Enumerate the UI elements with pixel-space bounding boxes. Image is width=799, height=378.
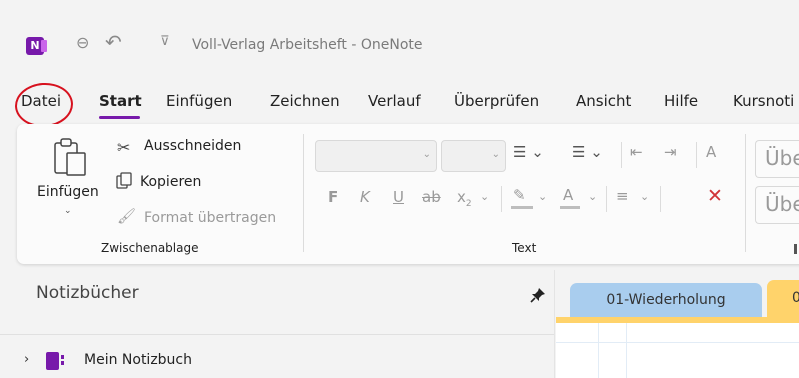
tab-help[interactable]: Hilfe: [664, 92, 698, 110]
expand-chevron-icon[interactable]: ›: [24, 352, 29, 367]
back-circle-icon[interactable]: ⊖: [76, 33, 89, 52]
font-size-combo[interactable]: ⌄: [441, 140, 506, 172]
tab-view[interactable]: Ansicht: [576, 92, 631, 110]
font-color-dropdown-icon[interactable]: ⌄: [588, 190, 597, 203]
format-painter-button[interactable]: Format übertragen: [144, 210, 276, 226]
align-dropdown-icon[interactable]: ⌄: [640, 190, 649, 203]
tab-draw[interactable]: Zeichnen: [270, 92, 340, 110]
page-canvas[interactable]: [556, 323, 799, 378]
paste-button[interactable]: Einfügen: [37, 184, 99, 200]
subscript-button[interactable]: x2: [457, 188, 472, 209]
align-icon[interactable]: ≡: [616, 187, 629, 205]
increase-indent-icon[interactable]: ⇥: [664, 143, 677, 161]
tab-class-notebook[interactable]: Kursnoti: [733, 92, 794, 110]
format-painter-icon: 🖌: [117, 207, 137, 225]
clipboard-group-label: Zwischenablage: [101, 241, 199, 255]
numbered-list-icon[interactable]: ☰ ⌄: [572, 143, 603, 161]
active-tab-indicator: [99, 116, 140, 119]
pane-separator: [554, 270, 555, 378]
text-group-label: Text: [512, 241, 537, 255]
copy-icon: [116, 172, 134, 194]
tab-start[interactable]: Start: [99, 92, 142, 110]
paste-icon[interactable]: [53, 137, 89, 177]
strikethrough-button[interactable]: ab: [422, 188, 441, 206]
notebook-item[interactable]: Mein Notizbuch: [84, 352, 192, 368]
font-family-combo[interactable]: ⌄: [315, 140, 437, 172]
bullet-list-icon[interactable]: ☰ ⌄: [513, 143, 544, 161]
window-title: Voll-Verlag Arbeitsheft - OneNote: [192, 37, 423, 53]
pane-divider: [0, 334, 554, 335]
paste-dropdown-icon[interactable]: ⌄: [64, 206, 72, 216]
italic-button[interactable]: K: [360, 188, 370, 206]
font-color-icon[interactable]: A: [563, 186, 573, 204]
onenote-logo-icon: N: [26, 37, 47, 55]
style-heading2[interactable]: Übe: [755, 186, 799, 224]
tab-insert[interactable]: Einfügen: [166, 92, 232, 110]
group-separator: [303, 134, 304, 252]
bold-button[interactable]: F: [328, 188, 338, 206]
copy-button[interactable]: Kopieren: [140, 174, 201, 190]
decrease-indent-icon[interactable]: ⇤: [630, 143, 643, 161]
customize-qat-icon[interactable]: ⊽: [160, 34, 170, 49]
notebook-icon: [46, 352, 64, 370]
notebooks-header: Notizbücher: [36, 283, 139, 303]
styles-group-label-fragment: [794, 244, 797, 254]
highlighter-icon[interactable]: ✎: [513, 186, 526, 204]
clear-formatting-icon[interactable]: A: [706, 143, 716, 161]
tab-review[interactable]: Überprüfen: [454, 92, 539, 110]
tab-history[interactable]: Verlauf: [368, 92, 421, 110]
style-heading1[interactable]: Übe: [755, 140, 799, 178]
group-separator: [745, 134, 746, 252]
cut-button[interactable]: Ausschneiden: [144, 138, 241, 154]
clear-icon[interactable]: ✕: [707, 185, 723, 207]
undo-icon[interactable]: ↶: [105, 30, 122, 54]
subscript-dropdown-icon[interactable]: ⌄: [480, 190, 489, 203]
section-tab-wiederholung[interactable]: 01-Wiederholung: [570, 283, 762, 317]
underline-button[interactable]: U: [393, 188, 404, 206]
scissors-icon: ✂: [117, 138, 131, 157]
pin-icon[interactable]: [530, 287, 546, 303]
section-tab-active[interactable]: 0: [767, 280, 799, 318]
annotation-circle: [13, 81, 75, 129]
highlight-dropdown-icon[interactable]: ⌄: [538, 190, 547, 203]
